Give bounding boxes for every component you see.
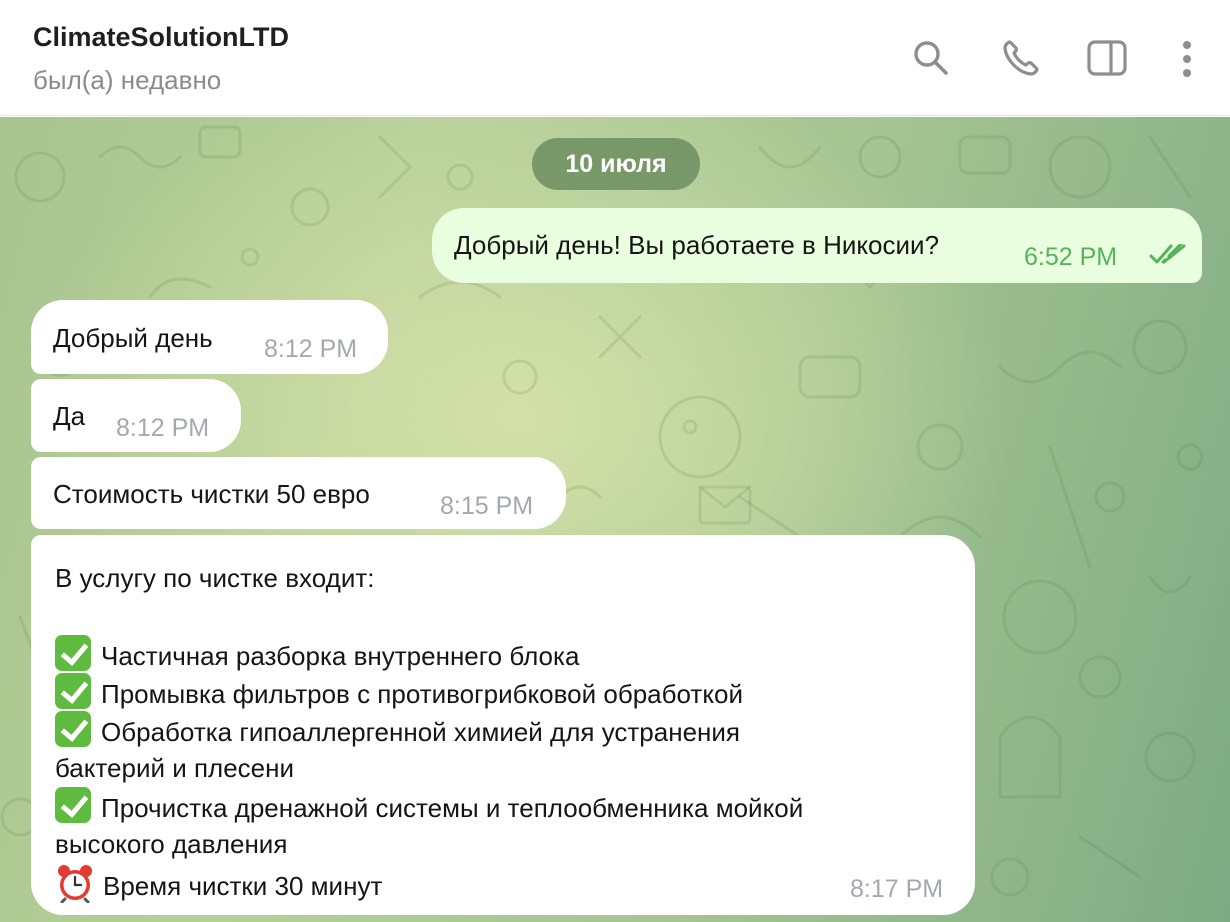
double-check-read-icon	[1149, 244, 1186, 264]
list-item: Обработка гипоаллергенной химией для уст…	[55, 711, 803, 749]
more-vertical-icon[interactable]	[1163, 34, 1211, 82]
list-item-continuation: бактерий и плесени	[55, 753, 295, 783]
list-item: Время чистки 30 минут	[55, 863, 803, 903]
list-item-continuation: высокого давления	[55, 829, 288, 859]
list-item: Прочистка дренажной системы и теплообмен…	[55, 787, 803, 825]
chat-title[interactable]: ClimateSolutionLTD	[33, 22, 289, 53]
message-intro: В услугу по чистке входит:	[55, 563, 375, 593]
message-incoming[interactable]: Стоимость чистки 50 евро 8:15 PM	[31, 457, 566, 529]
search-icon[interactable]	[907, 34, 955, 82]
message-time: 8:15 PM	[440, 492, 534, 520]
message-text: Да	[53, 401, 86, 431]
sidebar-panel-icon[interactable]	[1083, 34, 1131, 82]
check-mark-emoji-icon	[55, 787, 91, 823]
message-incoming[interactable]: В услугу по чистке входит: Частичная раз…	[31, 535, 975, 915]
message-text: Добрый день! Вы работаете в Никосии?	[454, 230, 940, 260]
message-outgoing[interactable]: Добрый день! Вы работаете в Никосии? 6:5…	[432, 208, 1202, 283]
chat-header: ClimateSolutionLTD был(а) недавно	[0, 0, 1230, 116]
date-separator: 10 июля	[532, 138, 700, 190]
message-text: Стоимость чистки 50 евро	[53, 479, 370, 509]
message-time: 6:52 PM	[1024, 243, 1118, 271]
message-incoming[interactable]: Добрый день 8:12 PM	[31, 300, 388, 374]
message-text: В услугу по чистке входит: Частичная раз…	[55, 559, 803, 903]
chat-status: был(а) недавно	[33, 65, 222, 95]
chat-area[interactable]: 10 июля Добрый день! Вы работаете в Нико…	[0, 117, 1230, 922]
message-incoming[interactable]: Да 8:12 PM	[31, 379, 241, 452]
message-time: 8:17 PM	[850, 875, 944, 903]
list-item: Частичная разборка внутреннего блока	[55, 635, 803, 673]
check-mark-emoji-icon	[55, 673, 91, 709]
check-mark-emoji-icon	[55, 635, 91, 671]
message-time: 8:12 PM	[116, 414, 210, 442]
alarm-clock-emoji-icon	[58, 865, 92, 903]
message-time: 8:12 PM	[264, 335, 358, 363]
check-mark-emoji-icon	[55, 711, 91, 747]
message-text: Добрый день	[53, 323, 213, 353]
list-item: Промывка фильтров с противогрибковой обр…	[55, 673, 803, 711]
phone-icon[interactable]	[997, 34, 1045, 82]
